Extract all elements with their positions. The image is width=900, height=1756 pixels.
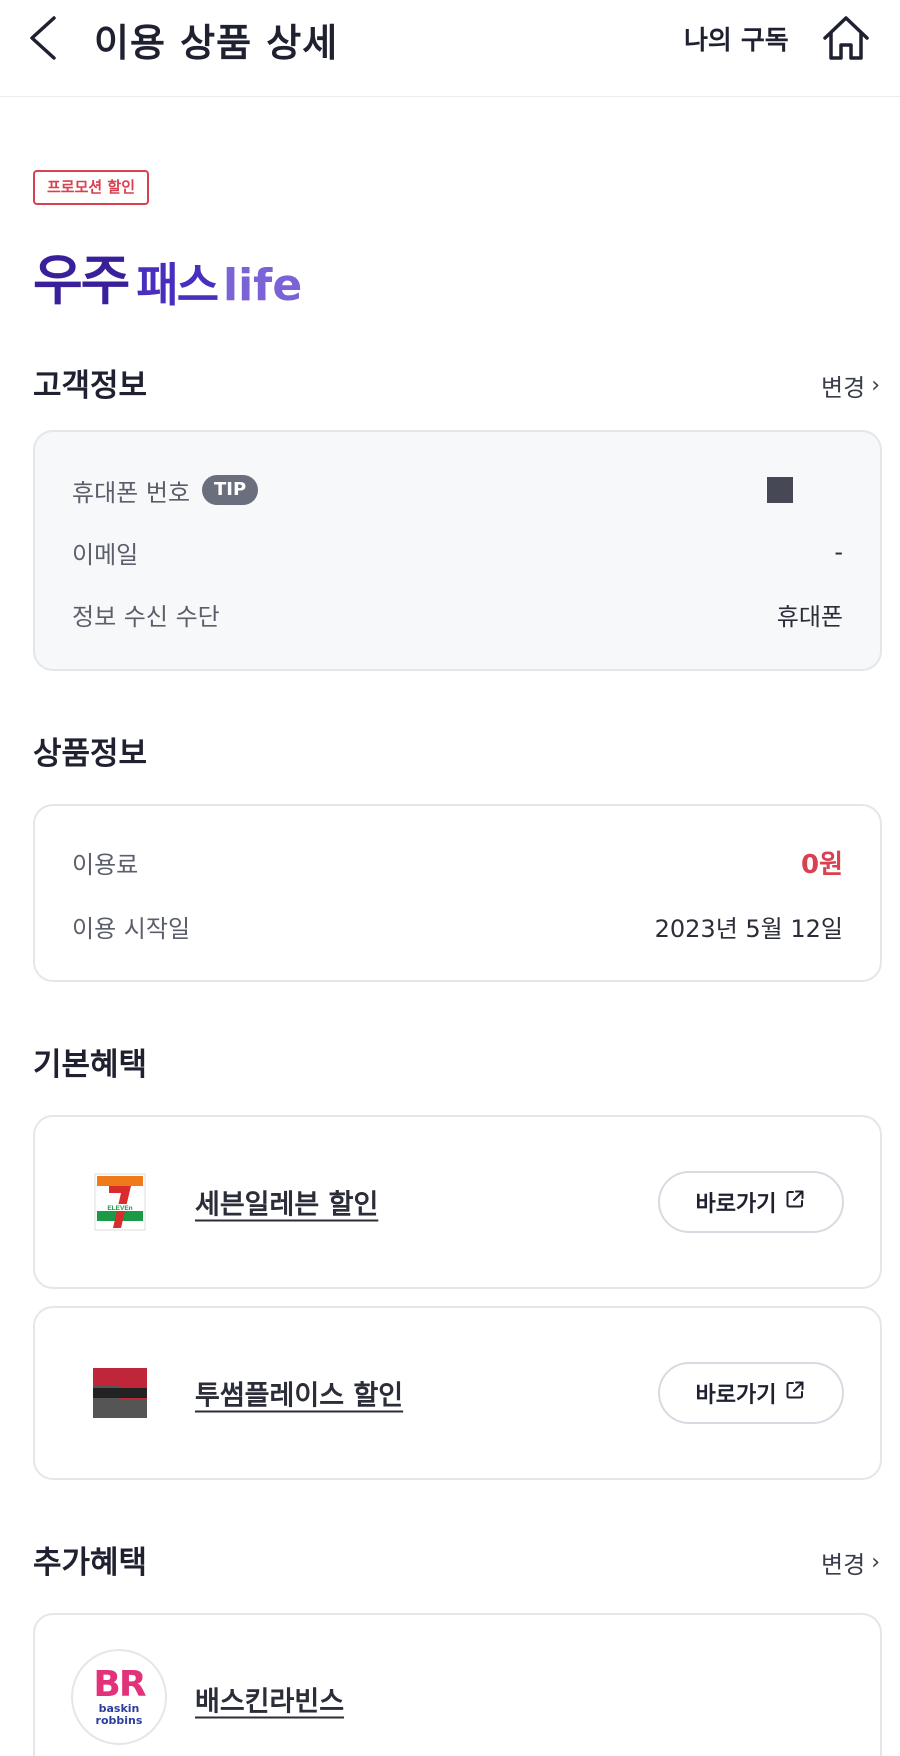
- extra-change-link[interactable]: 변경 ›: [821, 1545, 880, 1580]
- chevron-right-icon: ›: [871, 1550, 880, 1575]
- start-date-label: 이용 시작일: [72, 914, 191, 943]
- change-label: 변경: [821, 374, 866, 402]
- br-logo-text: BR: [93, 1663, 146, 1705]
- product-logo: 우주 패스 life: [33, 228, 303, 312]
- my-subscription-link[interactable]: 나의 구독: [684, 20, 789, 57]
- seven-eleven-go-button[interactable]: 바로가기: [658, 1171, 844, 1233]
- br-logo-sub-2: robbins: [95, 1714, 143, 1727]
- start-date-value: 2023년 5월 12일: [654, 914, 843, 943]
- receive-method-value: 휴대폰: [776, 602, 843, 631]
- fee-row: 이용료 0원: [72, 844, 843, 880]
- fee-label: 이용료: [72, 850, 139, 879]
- baskin-benefit-link[interactable]: 배스킨라빈스: [195, 1680, 344, 1719]
- phone-label: 휴대폰 번호: [72, 478, 191, 507]
- logo-text-b: 패스: [136, 258, 219, 312]
- benefit-card-seven-eleven: ELEVEn 세븐일레븐 할인 바로가기: [33, 1115, 882, 1289]
- email-value: -: [834, 538, 843, 566]
- benefit-card-twosome: 투썸플레이스 할인 바로가기: [33, 1306, 882, 1480]
- email-row: 이메일 -: [72, 534, 843, 570]
- benefit-card-baskin: BR baskin robbins 배스킨라빈스: [33, 1613, 882, 1756]
- extra-benefits-title: 추가혜택: [33, 1545, 148, 1581]
- logo-text-c: life: [223, 260, 303, 311]
- customer-info-card: 휴대폰 번호 TIP 이메일 - 정보 수신 수단 휴대폰: [33, 430, 882, 671]
- product-info-title: 상품정보: [33, 736, 148, 772]
- change-label: 변경: [821, 1551, 866, 1579]
- top-bar: 이용 상품 상세 나의 구독: [0, 0, 900, 97]
- product-info-card: 이용료 0원 이용 시작일 2023년 5월 12일: [33, 804, 882, 982]
- twosome-place-logo-icon: [89, 1362, 151, 1424]
- receive-method-row: 정보 수신 수단 휴대폰: [72, 596, 843, 632]
- email-label: 이메일: [72, 540, 139, 569]
- promo-badge: 프로모션 할인: [33, 170, 150, 205]
- home-icon[interactable]: [820, 12, 872, 64]
- phone-row: 휴대폰 번호 TIP: [72, 472, 843, 508]
- masked-phone-value: [767, 477, 793, 503]
- svg-text:ELEVEn: ELEVEn: [107, 1205, 132, 1212]
- customer-change-link[interactable]: 변경 ›: [821, 368, 880, 403]
- go-button-label: 바로가기: [695, 1383, 777, 1408]
- baskin-robbins-logo-icon: BR baskin robbins: [71, 1649, 167, 1745]
- twosome-go-button[interactable]: 바로가기: [658, 1362, 844, 1424]
- basic-benefits-title: 기본혜택: [33, 1047, 148, 1083]
- logo-text-a: 우주: [33, 249, 130, 312]
- tip-badge[interactable]: TIP: [202, 475, 259, 505]
- external-link-icon: [784, 1188, 806, 1216]
- twosome-benefit-link[interactable]: 투썸플레이스 할인: [195, 1374, 403, 1413]
- receive-method-label: 정보 수신 수단: [72, 602, 220, 631]
- back-icon[interactable]: [22, 12, 66, 64]
- start-date-row: 이용 시작일 2023년 5월 12일: [72, 908, 843, 944]
- page-title: 이용 상품 상세: [94, 21, 339, 65]
- customer-info-title: 고객정보: [33, 368, 148, 404]
- go-button-label: 바로가기: [695, 1192, 777, 1217]
- chevron-right-icon: ›: [871, 373, 880, 398]
- fee-value: 0원: [800, 849, 843, 880]
- seven-eleven-logo-icon: ELEVEn: [89, 1171, 151, 1233]
- br-logo-mark: BR: [93, 1663, 146, 1705]
- seven-eleven-benefit-link[interactable]: 세븐일레븐 할인: [195, 1183, 378, 1222]
- external-link-icon: [784, 1379, 806, 1407]
